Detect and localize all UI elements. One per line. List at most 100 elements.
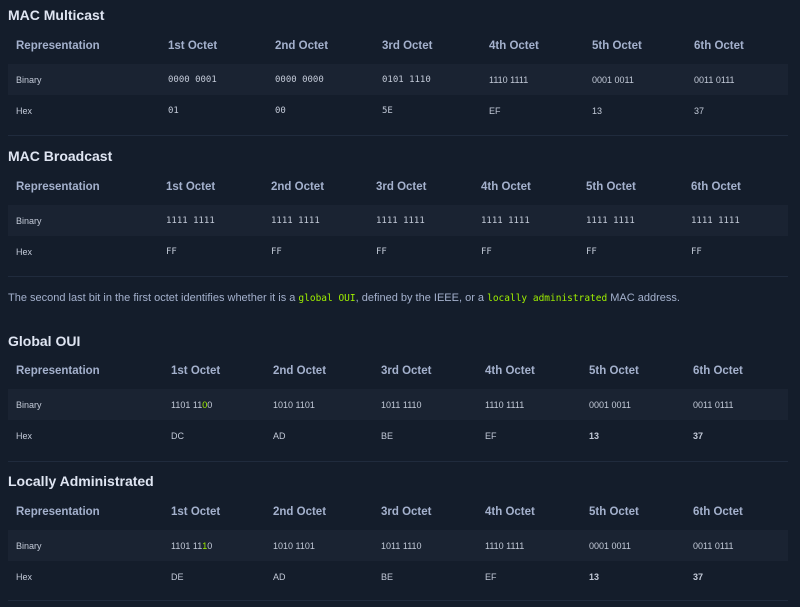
table-cell: 1010 1101 xyxy=(273,540,315,551)
table-cell: BE xyxy=(381,430,394,441)
row-label: Binary xyxy=(16,74,42,85)
global-oui-table: Representation 1st Octet 2nd Octet 3rd O… xyxy=(8,353,788,451)
table-cell: FF xyxy=(271,246,282,257)
table-cell: 1111 1111 xyxy=(481,215,530,226)
header-cell: 1st Octet xyxy=(166,181,216,193)
table-row: Hex DC AD BE EF 13 37 xyxy=(8,420,788,451)
header-cell: Representation xyxy=(16,365,100,377)
table-cell: 1101 11 1 0 xyxy=(171,530,212,561)
section-title-multicast: MAC Multicast xyxy=(8,7,105,23)
table-cell: 1110 1111 xyxy=(485,399,525,410)
table-cell: 1101 11 0 0 xyxy=(171,389,212,420)
local-table: Representation 1st Octet 2nd Octet 3rd O… xyxy=(8,494,788,592)
header-cell: 4th Octet xyxy=(489,40,539,52)
row-label: Hex xyxy=(16,430,33,441)
row-label: Hex xyxy=(16,105,33,116)
header-cell: 5th Octet xyxy=(586,181,636,193)
table-cell: 37 xyxy=(693,430,704,441)
table-cell: 1010 1101 xyxy=(273,399,315,410)
divider xyxy=(8,600,788,601)
inline-code: global OUI xyxy=(298,293,356,304)
table-cell: AD xyxy=(273,430,286,441)
table-cell: 0000 0001 xyxy=(168,74,217,85)
header-cell: 4th Octet xyxy=(485,365,535,377)
divider xyxy=(8,276,788,277)
table-cell: 1011 1110 xyxy=(381,540,422,551)
table-cell: 1011 1110 xyxy=(381,399,422,410)
divider xyxy=(8,135,788,136)
table-cell: EF xyxy=(485,430,497,441)
table-cell: 37 xyxy=(694,105,705,116)
table-cell: 0101 1110 xyxy=(382,74,431,85)
table-cell: 1111 1111 xyxy=(691,215,740,226)
table-header-row: Representation 1st Octet 2nd Octet 3rd O… xyxy=(8,169,788,205)
broadcast-table: Representation 1st Octet 2nd Octet 3rd O… xyxy=(8,169,788,267)
table-cell: 0001 0011 xyxy=(592,74,634,85)
table-cell: BE xyxy=(381,571,394,582)
header-cell: 2nd Octet xyxy=(273,506,327,518)
table-cell: 0001 0011 xyxy=(589,540,631,551)
header-cell: 2nd Octet xyxy=(275,40,329,52)
table-header-row: Representation 1st Octet 2nd Octet 3rd O… xyxy=(8,28,788,64)
table-row: Binary 1101 11 1 0 1010 1101 1011 1110 111… xyxy=(8,530,788,561)
header-cell: 3rd Octet xyxy=(382,40,433,52)
table-cell: 0001 0011 xyxy=(589,399,631,410)
row-label: Binary xyxy=(16,540,42,551)
header-cell: 1st Octet xyxy=(168,40,218,52)
table-cell: FF xyxy=(166,246,177,257)
table-cell: EF xyxy=(489,105,501,116)
header-cell: 5th Octet xyxy=(592,40,642,52)
table-cell: 0011 0111 xyxy=(693,540,734,551)
header-cell: 3rd Octet xyxy=(381,365,432,377)
table-cell: 13 xyxy=(589,430,600,441)
inline-code: locally administrated xyxy=(487,293,608,304)
table-cell: 00 xyxy=(275,105,286,116)
table-row: Hex DE AD BE EF 13 37 xyxy=(8,561,788,592)
table-cell: FF xyxy=(481,246,492,257)
binary-prefix: 1101 11 xyxy=(171,540,203,551)
table-cell: 13 xyxy=(589,571,600,582)
header-cell: 6th Octet xyxy=(694,40,744,52)
table-cell: 0011 0111 xyxy=(693,399,734,410)
table-cell: DE xyxy=(171,571,184,582)
section-title-broadcast: MAC Broadcast xyxy=(8,148,113,164)
table-cell: 13 xyxy=(592,105,603,116)
explanation-paragraph: The second last bit in the first octet i… xyxy=(8,292,792,304)
binary-suffix: 0 xyxy=(207,540,213,551)
divider xyxy=(8,461,788,462)
header-cell: 3rd Octet xyxy=(381,506,432,518)
paragraph-text: The second last bit in the first octet i… xyxy=(8,292,299,304)
table-row: Hex 01 00 5E EF 13 37 xyxy=(8,95,788,126)
header-cell: 6th Octet xyxy=(691,181,741,193)
table-cell: FF xyxy=(586,246,597,257)
table-cell: 1110 1111 xyxy=(485,540,525,551)
table-cell: FF xyxy=(376,246,387,257)
table-cell: EF xyxy=(485,571,497,582)
header-cell: 3rd Octet xyxy=(376,181,427,193)
header-cell: 4th Octet xyxy=(485,506,535,518)
table-row: Hex FF FF FF FF FF FF xyxy=(8,236,788,267)
row-label: Binary xyxy=(16,399,42,410)
table-row: Binary 1111 1111 1111 1111 1111 1111 111… xyxy=(8,205,788,236)
table-row: Binary 1101 11 0 0 1010 1101 1011 1110 111… xyxy=(8,389,788,420)
table-cell: 01 xyxy=(168,105,179,116)
table-cell: 37 xyxy=(693,571,704,582)
header-cell: 2nd Octet xyxy=(271,181,325,193)
header-cell: 6th Octet xyxy=(693,365,743,377)
header-cell: 5th Octet xyxy=(589,506,639,518)
binary-prefix: 1101 11 xyxy=(171,399,203,410)
table-cell: 1111 1111 xyxy=(271,215,320,226)
table-header-row: Representation 1st Octet 2nd Octet 3rd O… xyxy=(8,494,788,530)
row-label: Hex xyxy=(16,571,33,582)
row-label: Binary xyxy=(16,215,42,226)
binary-suffix: 0 xyxy=(207,399,213,410)
header-cell: 6th Octet xyxy=(693,506,743,518)
header-cell: Representation xyxy=(16,506,100,518)
section-title-locally-administrated: Locally Administrated xyxy=(8,473,154,489)
row-label: Hex xyxy=(16,246,33,257)
header-cell: 1st Octet xyxy=(171,365,221,377)
table-cell: 5E xyxy=(382,105,393,116)
table-cell: 1111 1111 xyxy=(166,215,215,226)
paragraph-text: , defined by the IEEE, or a xyxy=(355,292,488,304)
table-cell: FF xyxy=(691,246,702,257)
